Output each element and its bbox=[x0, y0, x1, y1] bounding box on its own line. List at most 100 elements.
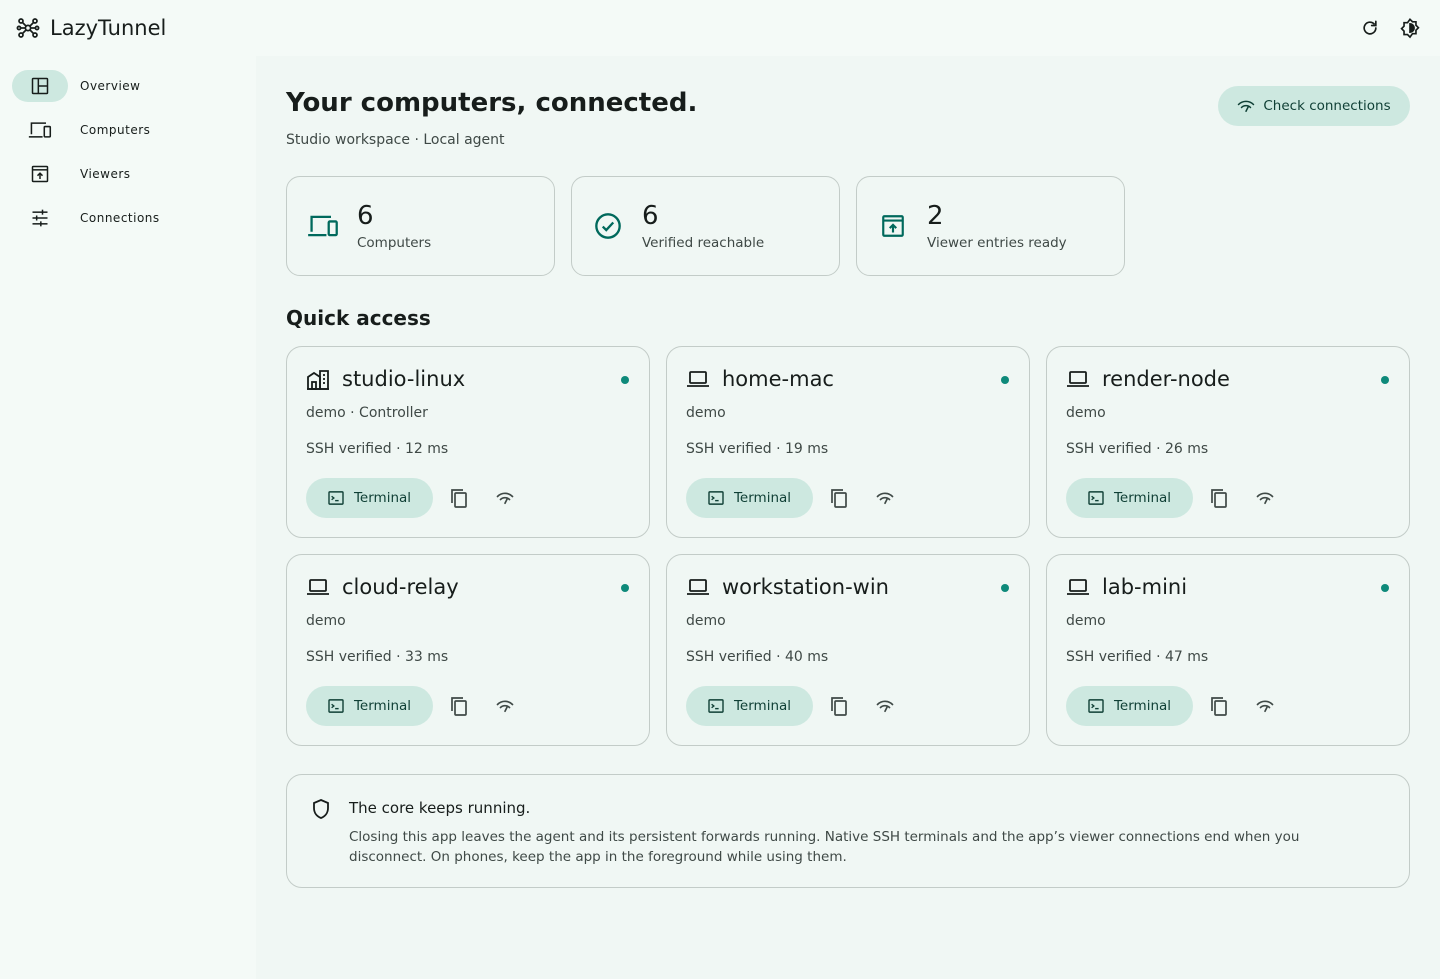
terminal-label: Terminal bbox=[1113, 490, 1172, 506]
sidebar-item-label: Viewers bbox=[80, 167, 131, 181]
sidebar-item-viewers[interactable]: Viewers bbox=[12, 158, 244, 190]
stat-value: 6 bbox=[357, 201, 374, 231]
devices-icon bbox=[307, 210, 339, 242]
nav-icon-pill bbox=[12, 114, 68, 146]
brand: LazyTunnel bbox=[16, 16, 166, 40]
refresh-button[interactable] bbox=[1356, 14, 1384, 42]
copy-button[interactable] bbox=[1199, 686, 1239, 726]
computer-meta: demo bbox=[306, 613, 346, 629]
copy-icon bbox=[830, 488, 848, 508]
laptop-icon bbox=[1066, 577, 1090, 597]
status-dot bbox=[1001, 584, 1009, 592]
check-connection-button[interactable] bbox=[865, 686, 905, 726]
copy-button[interactable] bbox=[1199, 478, 1239, 518]
signal-icon bbox=[876, 698, 894, 714]
stat-label: Verified reachable bbox=[642, 235, 765, 251]
sidebar: Overview Computers Viewers Connections bbox=[0, 56, 256, 979]
devices-icon bbox=[28, 120, 52, 140]
computer-card-render-node[interactable]: render-node demo SSH verified · 26 ms Te… bbox=[1046, 346, 1410, 538]
ssh-status: SSH verified · 26 ms bbox=[1066, 441, 1209, 457]
check-connection-button[interactable] bbox=[485, 478, 525, 518]
copy-icon bbox=[450, 488, 468, 508]
status-dot bbox=[621, 584, 629, 592]
computer-card-workstation-win[interactable]: workstation-win demo SSH verified · 40 m… bbox=[666, 554, 1030, 746]
laptop-icon bbox=[1066, 369, 1090, 389]
status-dot bbox=[1381, 376, 1389, 384]
terminal-icon bbox=[1088, 491, 1104, 505]
check-connections-label: Check connections bbox=[1263, 98, 1391, 114]
copy-button[interactable] bbox=[819, 478, 859, 518]
check-connection-button[interactable] bbox=[1245, 686, 1285, 726]
stat-card-viewers: 2 Viewer entries ready bbox=[856, 176, 1125, 276]
overview-icon bbox=[30, 76, 50, 96]
check-connections-button[interactable]: Check connections bbox=[1218, 86, 1410, 126]
copy-button[interactable] bbox=[819, 686, 859, 726]
terminal-button[interactable]: Terminal bbox=[306, 686, 433, 726]
ssh-status: SSH verified · 33 ms bbox=[306, 649, 449, 665]
ssh-status: SSH verified · 19 ms bbox=[686, 441, 829, 457]
signal-icon bbox=[496, 698, 514, 714]
copy-icon bbox=[830, 696, 848, 716]
sidebar-item-computers[interactable]: Computers bbox=[12, 114, 244, 146]
terminal-label: Terminal bbox=[353, 490, 412, 506]
building-icon bbox=[306, 368, 330, 390]
computer-card-lab-mini[interactable]: lab-mini demo SSH verified · 47 ms Termi… bbox=[1046, 554, 1410, 746]
copy-icon bbox=[1210, 488, 1228, 508]
computer-name: home-mac bbox=[722, 367, 834, 391]
terminal-button[interactable]: Terminal bbox=[306, 478, 433, 518]
quick-access-title: Quick access bbox=[286, 306, 431, 330]
check-connection-button[interactable] bbox=[1245, 478, 1285, 518]
terminal-button[interactable]: Terminal bbox=[686, 686, 813, 726]
copy-icon bbox=[450, 696, 468, 716]
terminal-label: Terminal bbox=[353, 698, 412, 714]
theme-toggle-button[interactable] bbox=[1396, 14, 1424, 42]
computer-name: lab-mini bbox=[1102, 575, 1188, 599]
terminal-button[interactable]: Terminal bbox=[1066, 478, 1193, 518]
stat-card-computers: 6 Computers bbox=[286, 176, 555, 276]
stat-value: 2 bbox=[927, 201, 944, 231]
network-hub-icon bbox=[16, 16, 40, 40]
terminal-icon bbox=[708, 699, 724, 713]
viewer-icon bbox=[30, 164, 50, 184]
signal-icon bbox=[496, 490, 514, 506]
viewer-icon bbox=[877, 210, 909, 242]
terminal-icon bbox=[708, 491, 724, 505]
status-dot bbox=[1001, 376, 1009, 384]
terminal-button[interactable]: Terminal bbox=[686, 478, 813, 518]
computer-name: studio-linux bbox=[342, 367, 466, 391]
computer-card-cloud-relay[interactable]: cloud-relay demo SSH verified · 33 ms Te… bbox=[286, 554, 650, 746]
info-body: Closing this app leaves the agent and it… bbox=[349, 829, 1300, 865]
computer-meta: demo bbox=[1066, 613, 1106, 629]
stat-card-verified: 6 Verified reachable bbox=[571, 176, 840, 276]
page-subtitle: Studio workspace · Local agent bbox=[286, 132, 505, 148]
brightness-icon bbox=[1399, 17, 1421, 39]
computer-meta: demo bbox=[686, 405, 726, 421]
sidebar-item-overview[interactable]: Overview bbox=[12, 70, 244, 102]
check-connection-button[interactable] bbox=[485, 686, 525, 726]
info-title: The core keeps running. bbox=[349, 799, 531, 817]
laptop-icon bbox=[306, 577, 330, 597]
sidebar-item-connections[interactable]: Connections bbox=[12, 202, 244, 234]
copy-button[interactable] bbox=[439, 478, 479, 518]
computer-name: render-node bbox=[1102, 367, 1230, 391]
stat-label: Viewer entries ready bbox=[927, 235, 1067, 251]
copy-icon bbox=[1210, 696, 1228, 716]
terminal-label: Terminal bbox=[733, 698, 792, 714]
nav-icon-pill bbox=[12, 158, 68, 190]
computer-card-home-mac[interactable]: home-mac demo SSH verified · 19 ms Termi… bbox=[666, 346, 1030, 538]
nav-icon-pill bbox=[12, 70, 68, 102]
terminal-button[interactable]: Terminal bbox=[1066, 686, 1193, 726]
check-connection-button[interactable] bbox=[865, 478, 905, 518]
ssh-status: SSH verified · 12 ms bbox=[306, 441, 449, 457]
top-app-bar: LazyTunnel bbox=[0, 0, 1440, 56]
status-dot bbox=[1381, 584, 1389, 592]
computer-card-studio-linux[interactable]: studio-linux demo · Controller SSH verif… bbox=[286, 346, 650, 538]
signal-icon bbox=[1256, 698, 1274, 714]
nav-icon-pill bbox=[12, 202, 68, 234]
laptop-icon bbox=[686, 369, 710, 389]
shield-icon bbox=[311, 798, 331, 820]
sidebar-item-label: Connections bbox=[80, 211, 160, 225]
copy-button[interactable] bbox=[439, 686, 479, 726]
status-dot bbox=[621, 376, 629, 384]
stat-label: Computers bbox=[357, 235, 432, 251]
